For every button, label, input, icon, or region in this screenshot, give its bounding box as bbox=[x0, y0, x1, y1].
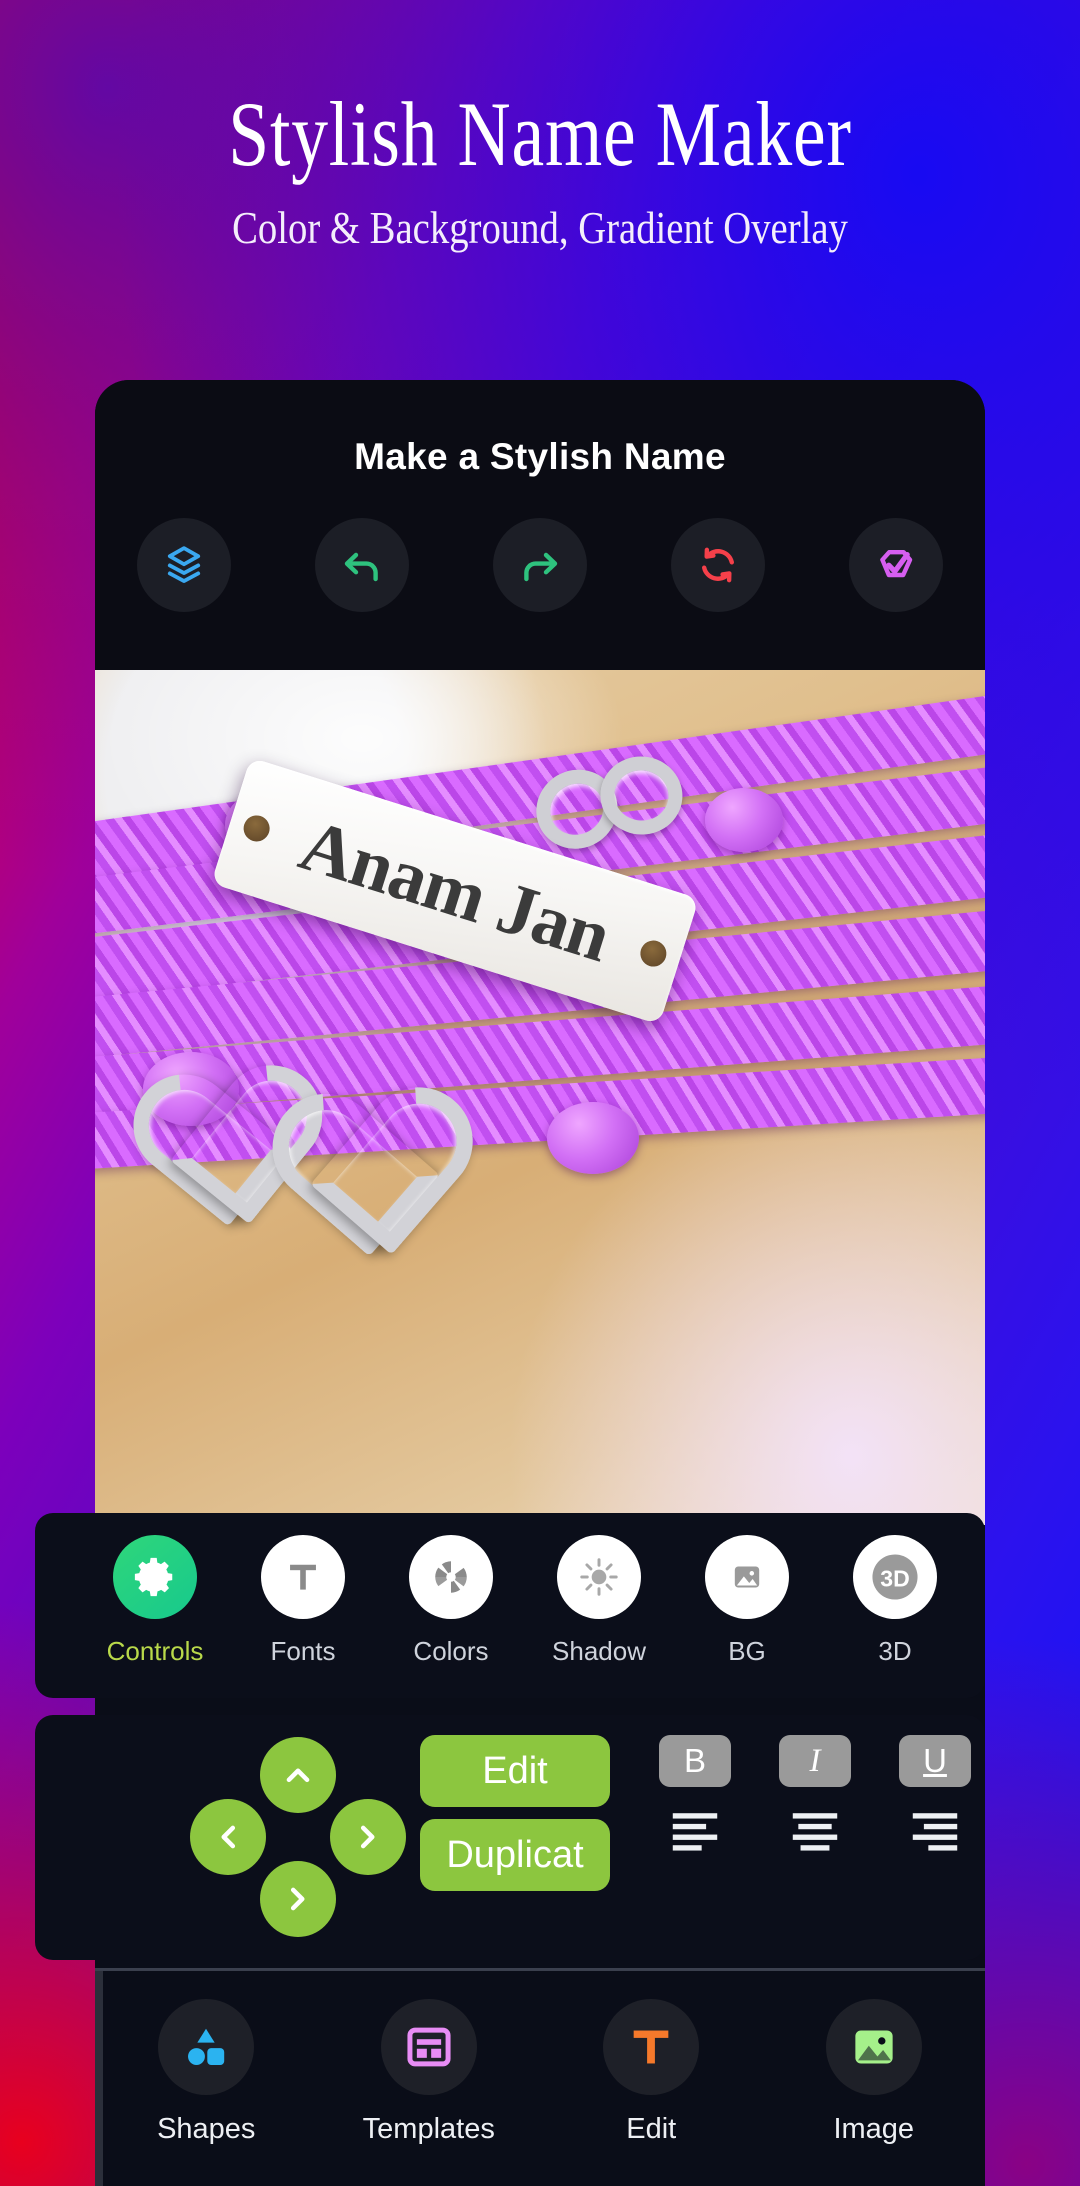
phone-mockup: Make a Stylish Name Anam Jan Shapes Temp… bbox=[35, 380, 985, 2186]
align-center-icon bbox=[792, 1813, 838, 1851]
italic-button[interactable]: I bbox=[779, 1735, 851, 1787]
tool-label: Colors bbox=[413, 1636, 489, 1666]
nav-icon-circle bbox=[825, 1999, 922, 2095]
text-t-icon bbox=[633, 2030, 669, 2064]
edit-duplicate-group: Edit Duplicat bbox=[420, 1735, 610, 1891]
promo-header: Stylish Name Maker Color & Background, G… bbox=[0, 0, 1080, 254]
duplicate-button[interactable]: Duplicat bbox=[420, 1819, 610, 1891]
reset-icon bbox=[701, 547, 735, 583]
promo-subtitle: Color & Background, Gradient Overlay bbox=[232, 203, 848, 253]
nav-label: Shapes bbox=[157, 2113, 256, 2145]
align-center-cell[interactable] bbox=[755, 1811, 875, 1851]
nav-label: Templates bbox=[362, 2113, 495, 2145]
controls-panel: Edit Duplicat B I U bbox=[35, 1715, 985, 1960]
tool-icon-circle bbox=[409, 1535, 493, 1619]
cord-knot bbox=[547, 1102, 639, 1174]
move-left-button[interactable] bbox=[190, 1799, 266, 1875]
done-button[interactable] bbox=[807, 510, 985, 620]
nav-item-image[interactable]: Image bbox=[763, 1999, 986, 2186]
tool-icon-circle: 3D bbox=[853, 1535, 937, 1619]
color-wheel-icon bbox=[435, 1561, 467, 1593]
tool-label: Shadow bbox=[552, 1636, 646, 1666]
nav-item-templates[interactable]: Templates bbox=[318, 1999, 541, 2186]
tool-item-3d[interactable]: 3D 3D bbox=[821, 1535, 969, 1698]
reset-button[interactable] bbox=[629, 510, 807, 620]
underline-cell: U bbox=[875, 1735, 995, 1787]
nav-icon-circle bbox=[380, 1999, 477, 2095]
chevron-right-icon bbox=[290, 1887, 305, 1911]
align-right-icon bbox=[912, 1813, 958, 1851]
app-header: Make a Stylish Name bbox=[95, 380, 985, 670]
redo-button-circle bbox=[493, 518, 587, 612]
text-format-group: B I U bbox=[635, 1735, 995, 1851]
text-align-row bbox=[635, 1811, 995, 1851]
nav-label: Image bbox=[833, 2113, 915, 2145]
move-dpad bbox=[190, 1737, 406, 1937]
tool-item-fonts[interactable]: Fonts bbox=[229, 1535, 377, 1698]
image-icon bbox=[734, 1566, 760, 1588]
nav-icon-circle bbox=[158, 1999, 255, 2095]
done-button-circle bbox=[849, 518, 943, 612]
tool-icon-circle bbox=[557, 1535, 641, 1619]
svg-text:3D: 3D bbox=[880, 1565, 910, 1591]
heart-charm bbox=[250, 1065, 495, 1257]
undo-button-circle bbox=[315, 518, 409, 612]
tool-label: Fonts bbox=[270, 1636, 336, 1666]
layers-icon bbox=[167, 546, 201, 584]
promo-title: Stylish Name Maker bbox=[228, 83, 852, 185]
text-style-row: B I U bbox=[635, 1735, 995, 1787]
underline-button[interactable]: U bbox=[899, 1735, 971, 1787]
nav-item-edit[interactable]: Edit bbox=[540, 1999, 763, 2186]
bold-cell: B bbox=[635, 1735, 755, 1787]
chevron-up-icon bbox=[286, 1768, 310, 1783]
three-d-icon: 3D bbox=[872, 1554, 918, 1600]
nav-item-shapes[interactable]: Shapes bbox=[95, 1999, 318, 2186]
tool-label: BG bbox=[728, 1636, 766, 1666]
undo-button[interactable] bbox=[273, 510, 451, 620]
tool-icon-circle bbox=[113, 1535, 197, 1619]
align-right-cell[interactable] bbox=[875, 1811, 995, 1851]
shapes-icon bbox=[188, 2028, 225, 2065]
nav-label: Edit bbox=[626, 2113, 677, 2145]
reset-button-circle bbox=[671, 518, 765, 612]
design-canvas[interactable]: Anam Jan bbox=[95, 670, 985, 1525]
move-down-button[interactable] bbox=[260, 1861, 336, 1937]
tool-icon-circle bbox=[705, 1535, 789, 1619]
align-left-icon bbox=[672, 1813, 718, 1851]
redo-button[interactable] bbox=[451, 510, 629, 620]
italic-cell: I bbox=[755, 1735, 875, 1787]
redo-icon bbox=[524, 552, 558, 582]
bottom-nav-side-strip bbox=[95, 1971, 103, 2186]
tool-label: 3D bbox=[878, 1636, 912, 1666]
tool-item-controls[interactable]: Controls bbox=[81, 1535, 229, 1698]
editor-toolbar bbox=[95, 510, 985, 620]
layers-button[interactable] bbox=[95, 510, 273, 620]
app-title: Make a Stylish Name bbox=[354, 436, 726, 477]
done-check-icon bbox=[880, 550, 913, 578]
tools-panel: Controls Fonts Colors Shadow BG 3D 3D bbox=[35, 1513, 985, 1698]
bold-button[interactable]: B bbox=[659, 1735, 731, 1787]
tool-item-shadow[interactable]: Shadow bbox=[525, 1535, 673, 1698]
tool-icon-circle bbox=[261, 1535, 345, 1619]
tools-row: Controls Fonts Colors Shadow BG 3D 3D bbox=[35, 1513, 985, 1698]
gear-icon bbox=[134, 1557, 173, 1597]
template-icon bbox=[407, 2027, 451, 2067]
move-up-button[interactable] bbox=[260, 1737, 336, 1813]
edit-button[interactable]: Edit bbox=[420, 1735, 610, 1807]
tool-item-colors[interactable]: Colors bbox=[377, 1535, 525, 1698]
tool-item-bg[interactable]: BG bbox=[673, 1535, 821, 1698]
undo-icon bbox=[344, 552, 378, 582]
bottom-nav: Shapes Templates Edit Image bbox=[95, 1971, 985, 2186]
chevron-left-icon bbox=[221, 1825, 236, 1849]
tool-label: Controls bbox=[106, 1636, 204, 1666]
align-left-cell[interactable] bbox=[635, 1811, 755, 1851]
chevron-right-icon bbox=[360, 1825, 375, 1849]
layers-button-circle bbox=[137, 518, 231, 612]
nav-icon-circle bbox=[603, 1999, 700, 2095]
image-icon bbox=[855, 2030, 893, 2064]
text-t-icon bbox=[290, 1564, 316, 1590]
move-right-button[interactable] bbox=[330, 1799, 406, 1875]
sun-icon bbox=[580, 1558, 618, 1596]
